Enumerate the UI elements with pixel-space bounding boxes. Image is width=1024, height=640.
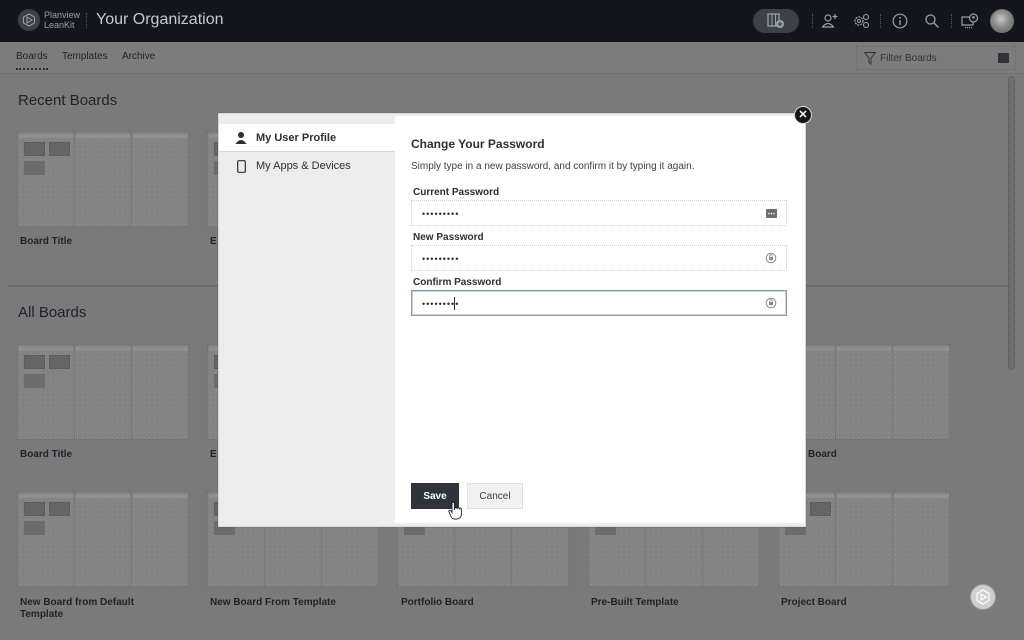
board-thumbnail[interactable] [17,131,189,227]
board-title[interactable]: Project Board [781,597,941,609]
topbar-divider [812,14,813,28]
confirm-password-input[interactable] [422,296,752,311]
filter-boards-input[interactable] [880,51,990,66]
all-boards-title: All Boards [18,304,87,321]
sidebar-item-label: My User Profile [256,131,337,144]
confirm-password-field[interactable] [411,290,787,316]
modal-sidebar: My User Profile My Apps & Devices [219,114,395,526]
current-password-field[interactable] [411,200,787,226]
walkthrough-play-button[interactable] [970,584,996,610]
board-title[interactable]: New Board From Template [210,597,370,609]
sub-navigation: Boards Templates Archive [0,42,1024,74]
tab-archive[interactable]: Archive [122,51,155,62]
user-profile-modal: My User Profile My Apps & Devices Change… [218,113,806,527]
brand-divider [86,13,87,29]
vertical-scrollbar[interactable] [1008,76,1015,370]
sidebar-item-my-apps-devices[interactable]: My Apps & Devices [219,152,395,180]
filter-boards-field[interactable] [856,46,1016,70]
change-password-panel: Change Your Password Simply type in a ne… [395,116,805,523]
cancel-button[interactable]: Cancel [467,483,523,509]
new-password-input[interactable] [422,251,752,266]
topbar-divider [951,14,952,28]
board-title[interactable]: Board Title [20,449,180,461]
board-title[interactable]: Board Title [20,236,180,248]
top-bar: Planview LeanKit Your Organization [0,0,1024,42]
lock-refresh-icon[interactable] [765,297,777,309]
tab-boards[interactable]: Boards [16,51,48,70]
board-title[interactable]: Pre-Built Template [591,597,751,609]
board-title[interactable]: Portfolio Board [401,597,561,609]
board-title[interactable]: Board [808,449,968,461]
info-icon[interactable] [891,12,909,30]
play-icon [976,589,990,605]
search-icon[interactable] [923,12,941,30]
filter-icon [864,52,876,65]
brand-line-planview: Planview [44,10,81,20]
current-password-input[interactable] [422,206,752,221]
close-modal-button[interactable]: ✕ [794,106,812,124]
lock-refresh-icon[interactable] [765,252,777,264]
topbar-divider [880,14,881,28]
close-icon: ✕ [798,108,808,121]
screen-share-icon[interactable] [961,12,979,30]
new-password-field[interactable] [411,245,787,271]
sidebar-item-my-user-profile[interactable]: My User Profile [219,124,395,152]
settings-icon[interactable] [853,12,871,30]
user-icon [234,131,248,145]
new-password-label: New Password [413,232,484,243]
sidebar-item-label: My Apps & Devices [256,160,351,172]
hand-pointer-cursor-icon [448,502,462,520]
change-password-description: Simply type in a new password, and confi… [411,161,695,172]
confirm-password-label: Confirm Password [413,277,502,288]
organization-title[interactable]: Your Organization [96,11,224,29]
user-avatar[interactable] [990,9,1014,33]
board-title[interactable]: New Board from Default Template [20,597,160,621]
board-thumbnail[interactable] [17,344,189,440]
current-password-label: Current Password [413,187,500,198]
tab-templates[interactable]: Templates [62,51,108,62]
board-thumbnail[interactable] [17,491,189,587]
recent-boards-title: Recent Boards [18,92,118,109]
new-board-button[interactable] [753,9,799,33]
password-manager-icon[interactable] [765,207,777,219]
new-board-icon [767,13,784,28]
change-password-title: Change Your Password [411,137,545,151]
mobile-device-icon [234,159,248,173]
add-user-icon[interactable] [821,12,839,30]
keyboard-shortcut-icon[interactable] [998,53,1009,63]
text-cursor [454,297,455,310]
leankit-logo-icon[interactable] [18,9,40,31]
brand-line-leankit: LeanKit [44,20,75,30]
brand-name: Planview LeanKit [44,10,80,30]
